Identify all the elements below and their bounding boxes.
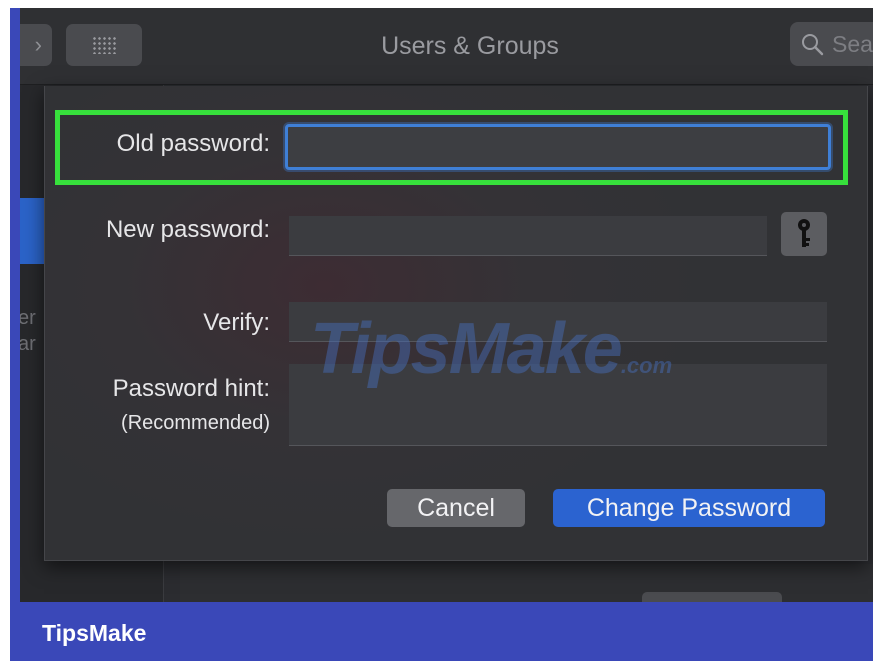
window-title: Users & Groups	[381, 32, 559, 60]
brand-caption: TipsMake	[42, 620, 147, 646]
show-all-button[interactable]	[66, 24, 142, 66]
background-pane	[180, 564, 873, 602]
old-password-label: Old password:	[116, 130, 270, 157]
background-button	[642, 592, 782, 602]
new-password-label: New password:	[105, 216, 270, 243]
search-placeholder: Sea	[832, 30, 873, 57]
back-button[interactable]: ›	[20, 24, 52, 66]
password-hint-sublabel: (Recommended)	[121, 412, 270, 434]
key-icon	[798, 219, 810, 247]
chevron-left-icon: ›	[34, 32, 42, 57]
system-preferences-window: › Users & Groups Sea er ar Old password:…	[20, 8, 873, 602]
old-password-field[interactable]	[285, 124, 831, 170]
password-assistant-button[interactable]	[781, 212, 827, 256]
search-icon	[802, 34, 824, 56]
verify-label: Verify:	[203, 309, 270, 336]
watermark: TipsMake.com	[310, 309, 673, 389]
cancel-button[interactable]: Cancel	[387, 489, 525, 527]
search-field[interactable]: Sea	[790, 22, 873, 66]
new-password-field[interactable]	[289, 216, 767, 256]
change-password-button[interactable]: Change Password	[553, 489, 825, 527]
password-hint-label: Password hint:	[112, 375, 270, 402]
sidebar-text-fragment: er ar	[20, 307, 36, 355]
title-bar: › Users & Groups Sea	[20, 8, 873, 85]
grid-icon	[92, 36, 116, 54]
